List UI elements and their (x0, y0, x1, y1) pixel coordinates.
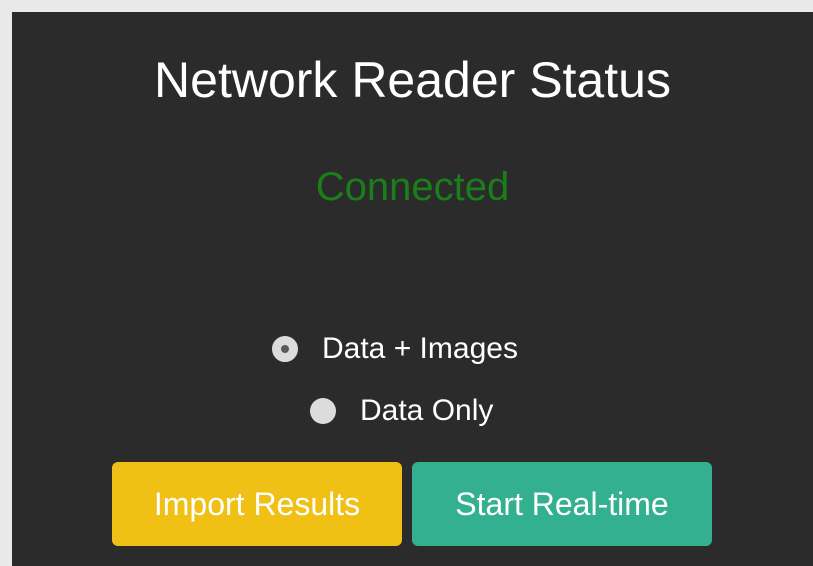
radio-label-data-images: Data + Images (322, 332, 518, 365)
page-title: Network Reader Status (154, 52, 671, 108)
reader-status-panel: Network Reader Status Connected Data + I… (12, 12, 813, 566)
radio-option-data-images[interactable]: Data + Images (272, 332, 518, 366)
import-results-button[interactable]: Import Results (112, 462, 402, 546)
radio-option-data-only[interactable]: Data Only (310, 394, 493, 428)
connection-status: Connected (315, 165, 510, 209)
radio-selected-icon[interactable] (272, 336, 298, 362)
radio-label-data-only: Data Only (360, 394, 494, 427)
start-realtime-button[interactable]: Start Real-time (412, 462, 712, 546)
radio-unselected-icon[interactable] (310, 398, 336, 424)
